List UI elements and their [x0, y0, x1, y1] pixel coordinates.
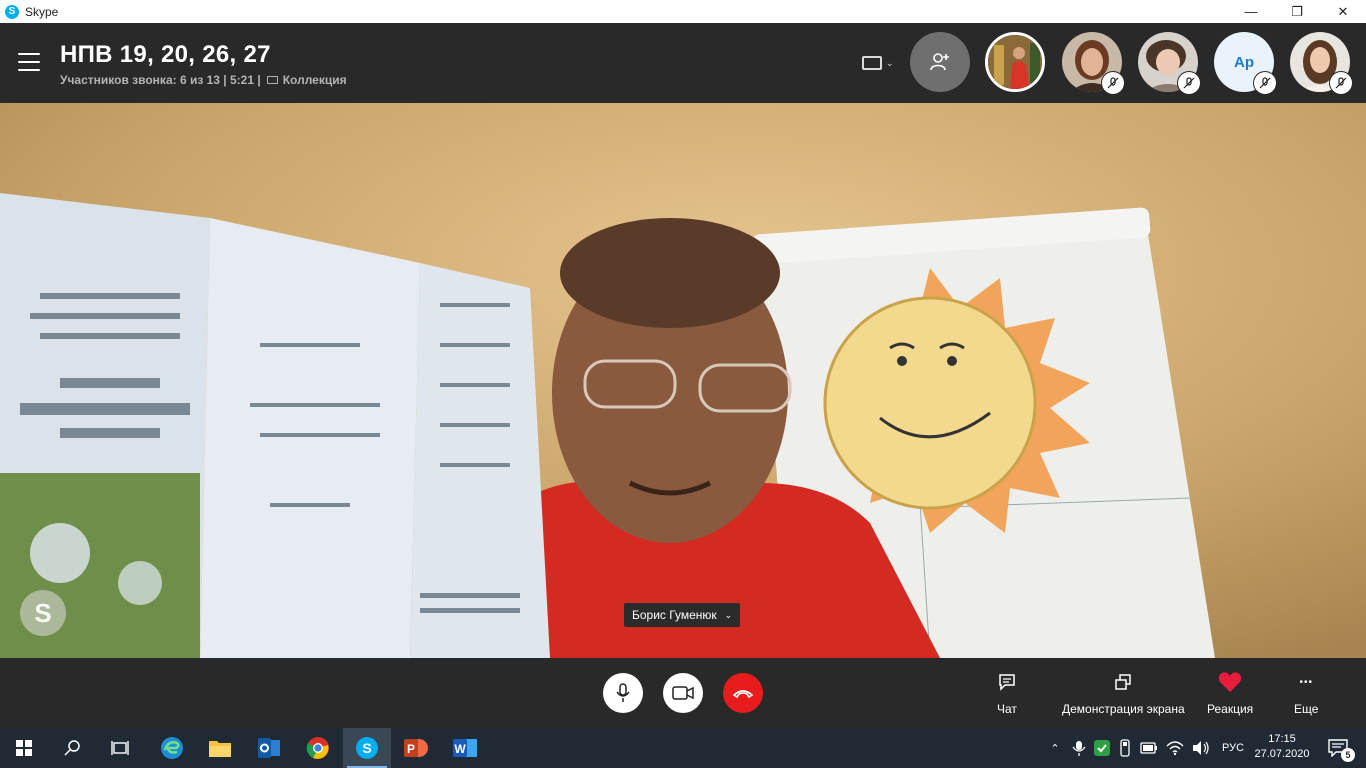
add-person-icon — [930, 53, 949, 71]
call-title: НПВ 19, 20, 26, 27 — [60, 41, 271, 68]
skype-icon: S — [356, 737, 378, 759]
taskbar-file-explorer[interactable] — [196, 728, 244, 768]
participant-avatar[interactable] — [985, 32, 1045, 92]
more-button[interactable]: ••• Еще — [1294, 670, 1319, 717]
window-controls: — ❐ ✕ — [1228, 0, 1366, 23]
taskbar-outlook[interactable] — [245, 728, 293, 768]
svg-text:W: W — [454, 742, 466, 756]
layout-switch-button[interactable]: ⌄ — [862, 52, 898, 74]
call-info: Участников звонка: 6 из 13 | 5:21 | Колл… — [60, 73, 347, 87]
video-frame — [0, 103, 1366, 658]
minimize-button[interactable]: — — [1228, 0, 1274, 23]
clock-date: 27.07.2020 — [1254, 748, 1310, 760]
skype-watermark-icon: S — [20, 590, 66, 636]
clock-time: 17:15 — [1268, 733, 1296, 745]
gallery-link[interactable]: Коллекция — [283, 73, 347, 87]
search-button[interactable] — [48, 728, 96, 768]
speaker-name: Борис Гуменюк — [632, 608, 717, 622]
chrome-icon — [306, 737, 329, 759]
muted-mic-icon — [1178, 72, 1200, 94]
outlook-icon — [258, 738, 280, 758]
screen-share-button[interactable]: Демонстрация экрана — [1062, 670, 1185, 716]
start-button[interactable] — [0, 728, 48, 768]
muted-mic-icon — [1254, 72, 1276, 94]
search-icon — [64, 740, 80, 756]
maximize-button[interactable]: ❐ — [1274, 0, 1320, 23]
taskbar-powerpoint[interactable]: P — [392, 728, 440, 768]
window-title-bar: S Skype — ❐ ✕ — [0, 0, 1366, 23]
participant-avatar[interactable] — [1290, 32, 1352, 94]
microphone-icon — [616, 683, 630, 702]
svg-text:S: S — [362, 740, 371, 756]
security-check-icon[interactable] — [1094, 740, 1110, 756]
screen-share-label: Демонстрация экрана — [1062, 702, 1185, 716]
taskbar-edge[interactable] — [148, 728, 196, 768]
notification-count: 5 — [1341, 748, 1355, 762]
chevron-down-icon: ⌄ — [886, 57, 894, 68]
end-call-button[interactable] — [723, 673, 763, 713]
chat-button[interactable]: Чат — [997, 670, 1017, 716]
microphone-button[interactable] — [603, 673, 643, 713]
taskbar-skype[interactable]: S — [343, 728, 391, 768]
gallery-icon — [266, 76, 278, 84]
show-hidden-icons-icon[interactable]: ⌃ — [1046, 742, 1064, 755]
call-header: НПВ 19, 20, 26, 27 Участников звонка: 6 … — [0, 23, 1366, 103]
participant-avatar[interactable]: Ар — [1214, 32, 1276, 94]
participant-avatar[interactable] — [1062, 32, 1124, 94]
muted-mic-icon — [1102, 72, 1124, 94]
participant-avatar[interactable] — [1138, 32, 1200, 94]
task-view-button[interactable] — [96, 728, 144, 768]
windows-taskbar: S P W ⌃ РУС 17:15 27.07.2020 5 — [0, 728, 1366, 768]
input-language[interactable]: РУС — [1222, 742, 1244, 754]
taskbar-word[interactable]: W — [441, 728, 489, 768]
taskbar-chrome[interactable] — [294, 728, 342, 768]
more-options-icon: ••• — [1299, 676, 1313, 688]
call-controls: Чат Демонстрация экрана Реакция ••• Еще — [0, 658, 1366, 728]
notifications-button[interactable]: 5 — [1318, 728, 1358, 768]
camera-button[interactable] — [663, 673, 703, 713]
menu-icon[interactable] — [18, 53, 40, 71]
add-participant-button[interactable] — [910, 32, 970, 92]
svg-text:P: P — [407, 742, 415, 756]
screen-share-icon — [1114, 670, 1132, 694]
hang-up-icon — [732, 690, 754, 699]
system-tray: ⌃ РУС — [1046, 728, 1244, 768]
task-view-icon — [111, 741, 129, 755]
layout-icon — [862, 56, 882, 70]
avatar — [985, 32, 1045, 92]
wifi-icon[interactable] — [1166, 740, 1184, 756]
volume-icon[interactable] — [1192, 740, 1210, 756]
powerpoint-icon: P — [404, 739, 428, 757]
windows-icon — [16, 740, 32, 756]
skype-logo-icon: S — [5, 4, 19, 19]
video-camera-icon — [672, 686, 694, 700]
window-title: Skype — [25, 4, 59, 19]
battery-icon[interactable] — [1140, 742, 1158, 754]
folder-icon — [209, 741, 231, 757]
edge-icon — [161, 737, 183, 759]
close-button[interactable]: ✕ — [1320, 0, 1366, 23]
muted-mic-icon — [1330, 72, 1352, 94]
video-feed: S Борис Гуменюк ⌄ — [0, 103, 1366, 658]
speaker-name-tag[interactable]: Борис Гуменюк ⌄ — [624, 603, 741, 627]
chat-icon — [998, 670, 1016, 694]
chevron-down-icon: ⌄ — [724, 609, 733, 620]
word-icon: W — [453, 739, 477, 757]
chat-label: Чат — [997, 702, 1017, 716]
reaction-button[interactable]: Реакция — [1207, 670, 1253, 716]
usb-device-icon[interactable] — [1118, 739, 1132, 757]
reaction-label: Реакция — [1207, 702, 1254, 716]
participants-count: Участников звонка: 6 из 13 | 5:21 | — [60, 73, 261, 87]
microphone-tray-icon[interactable] — [1070, 739, 1088, 757]
heart-icon — [1218, 670, 1242, 694]
more-label: Еще — [1294, 702, 1319, 716]
clock[interactable]: 17:15 27.07.2020 — [1253, 732, 1311, 762]
